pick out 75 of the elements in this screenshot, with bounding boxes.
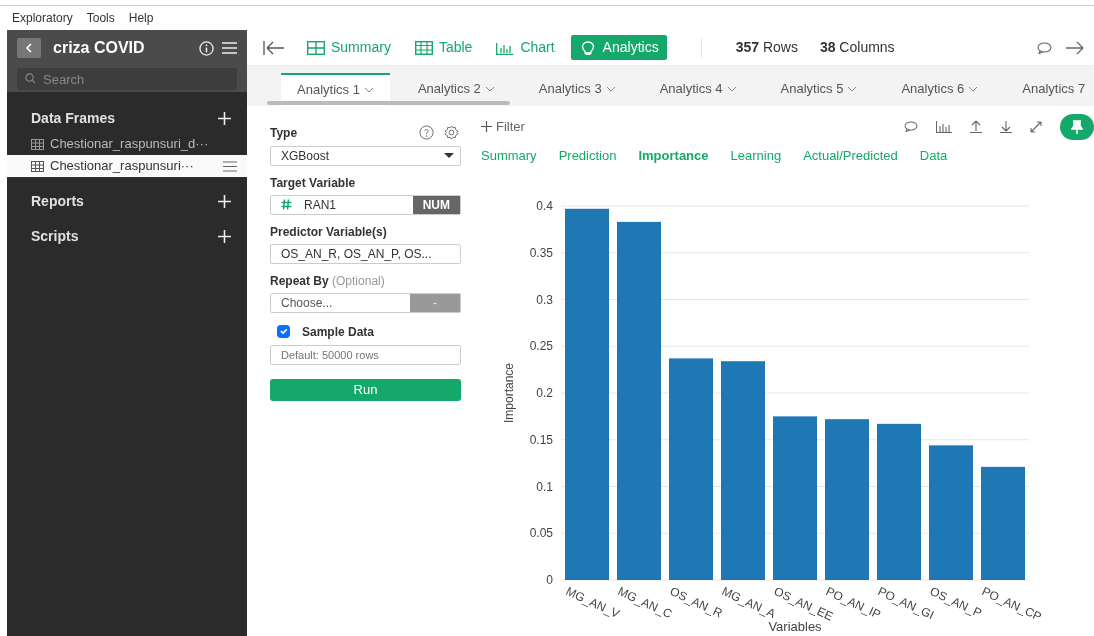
y-tick-label: 0 (546, 573, 553, 587)
sample-data-checkbox[interactable] (277, 325, 290, 338)
caret-icon[interactable] (484, 86, 495, 92)
analytics-tab[interactable]: Analytics 7 (1006, 72, 1094, 106)
type-dropdown[interactable]: XGBoost (270, 145, 461, 166)
collapse-sidebar-icon[interactable] (263, 40, 285, 55)
search-field[interactable]: Search (17, 68, 237, 90)
columns-count: 38 Columns (819, 38, 895, 58)
y-axis-title: Importance (502, 363, 516, 423)
caret-icon (444, 153, 454, 158)
hash-icon (281, 199, 292, 210)
field-label: Target Variable (270, 174, 357, 192)
caret-icon[interactable] (847, 86, 858, 92)
y-tick-label: 0.4 (536, 199, 553, 213)
data-frame-item[interactable]: Chestionar_raspunsuri··· (7, 155, 247, 177)
sample-size-field[interactable]: Default: 50000 rows (270, 344, 461, 365)
comment-icon[interactable] (1037, 41, 1052, 54)
field-label: Type (270, 124, 298, 142)
field-label: Repeat By (Optional) (270, 272, 386, 290)
download-icon[interactable] (1000, 120, 1012, 133)
back-button[interactable] (17, 38, 41, 58)
y-tick-label: 0.3 (536, 292, 553, 307)
menu-item[interactable]: Tools (86, 9, 115, 27)
pin-button[interactable] (1060, 113, 1094, 140)
menu-item[interactable]: Exploratory (12, 9, 73, 27)
add-icon[interactable] (218, 230, 231, 243)
add-icon (481, 121, 492, 132)
rows-count: 357 Rows (735, 38, 798, 58)
chevron-left-icon (25, 43, 33, 53)
caret-icon[interactable] (726, 86, 737, 92)
arrow-right-icon[interactable] (1066, 40, 1084, 55)
x-axis-title: Variables (768, 619, 822, 634)
target-variable-field[interactable]: RAN1 NUM (270, 194, 461, 215)
analytics-tab[interactable]: Analytics 5 (764, 72, 874, 106)
type-badge: NUM (412, 195, 460, 214)
y-tick-label: 0.25 (529, 339, 553, 354)
y-tick-label: 0.1 (536, 479, 553, 494)
table-icon (31, 160, 44, 172)
y-tick-label: 0.35 (529, 245, 553, 260)
menu-item[interactable]: Help (128, 9, 154, 27)
y-tick-label: 0.15 (529, 432, 553, 447)
add-filter-button[interactable]: Filter (481, 116, 525, 137)
analytics-tab[interactable]: Analytics 4 (643, 72, 753, 106)
section-heading: Scripts (31, 227, 79, 246)
section-heading: Reports (31, 192, 84, 211)
y-tick-label: 0.05 (529, 526, 553, 541)
caret-icon[interactable] (605, 86, 616, 92)
add-icon[interactable] (218, 112, 231, 125)
gear-icon[interactable] (444, 125, 459, 140)
comment-icon[interactable] (904, 121, 918, 132)
upload-icon[interactable] (970, 120, 982, 133)
section-heading: Data Frames (31, 109, 116, 128)
table-icon (414, 40, 433, 55)
grid-icon (307, 40, 325, 55)
checkbox-label: Sample Data (302, 323, 375, 341)
expand-icon[interactable] (1030, 120, 1042, 133)
menu-icon[interactable] (223, 160, 237, 172)
analytics-tab[interactable]: Analytics 3 (522, 72, 632, 106)
bar-chart-icon (496, 40, 515, 55)
predictor-variables-field[interactable]: OS_AN_R, OS_AN_P, OS... (270, 243, 461, 264)
caret-icon[interactable] (968, 86, 979, 92)
pin-icon (1071, 119, 1083, 134)
repeat-by-dropdown[interactable]: Choose... (271, 293, 410, 312)
caret-icon[interactable] (363, 87, 374, 93)
bar-chart-icon[interactable] (936, 120, 952, 133)
data-frame-item[interactable]: Chestionar_raspunsuri_d··· (7, 133, 247, 155)
info-icon[interactable] (199, 40, 214, 56)
field-label: Predictor Variable(s) (270, 223, 388, 241)
analytics-tab[interactable]: Analytics 6 (885, 72, 995, 106)
y-tick-label: 0.2 (536, 386, 553, 400)
project-title: criza COVID (53, 38, 145, 58)
help-icon[interactable] (419, 125, 434, 140)
table-icon (31, 138, 44, 150)
add-icon[interactable] (218, 195, 231, 208)
scrollbar-thumb[interactable] (267, 100, 510, 105)
